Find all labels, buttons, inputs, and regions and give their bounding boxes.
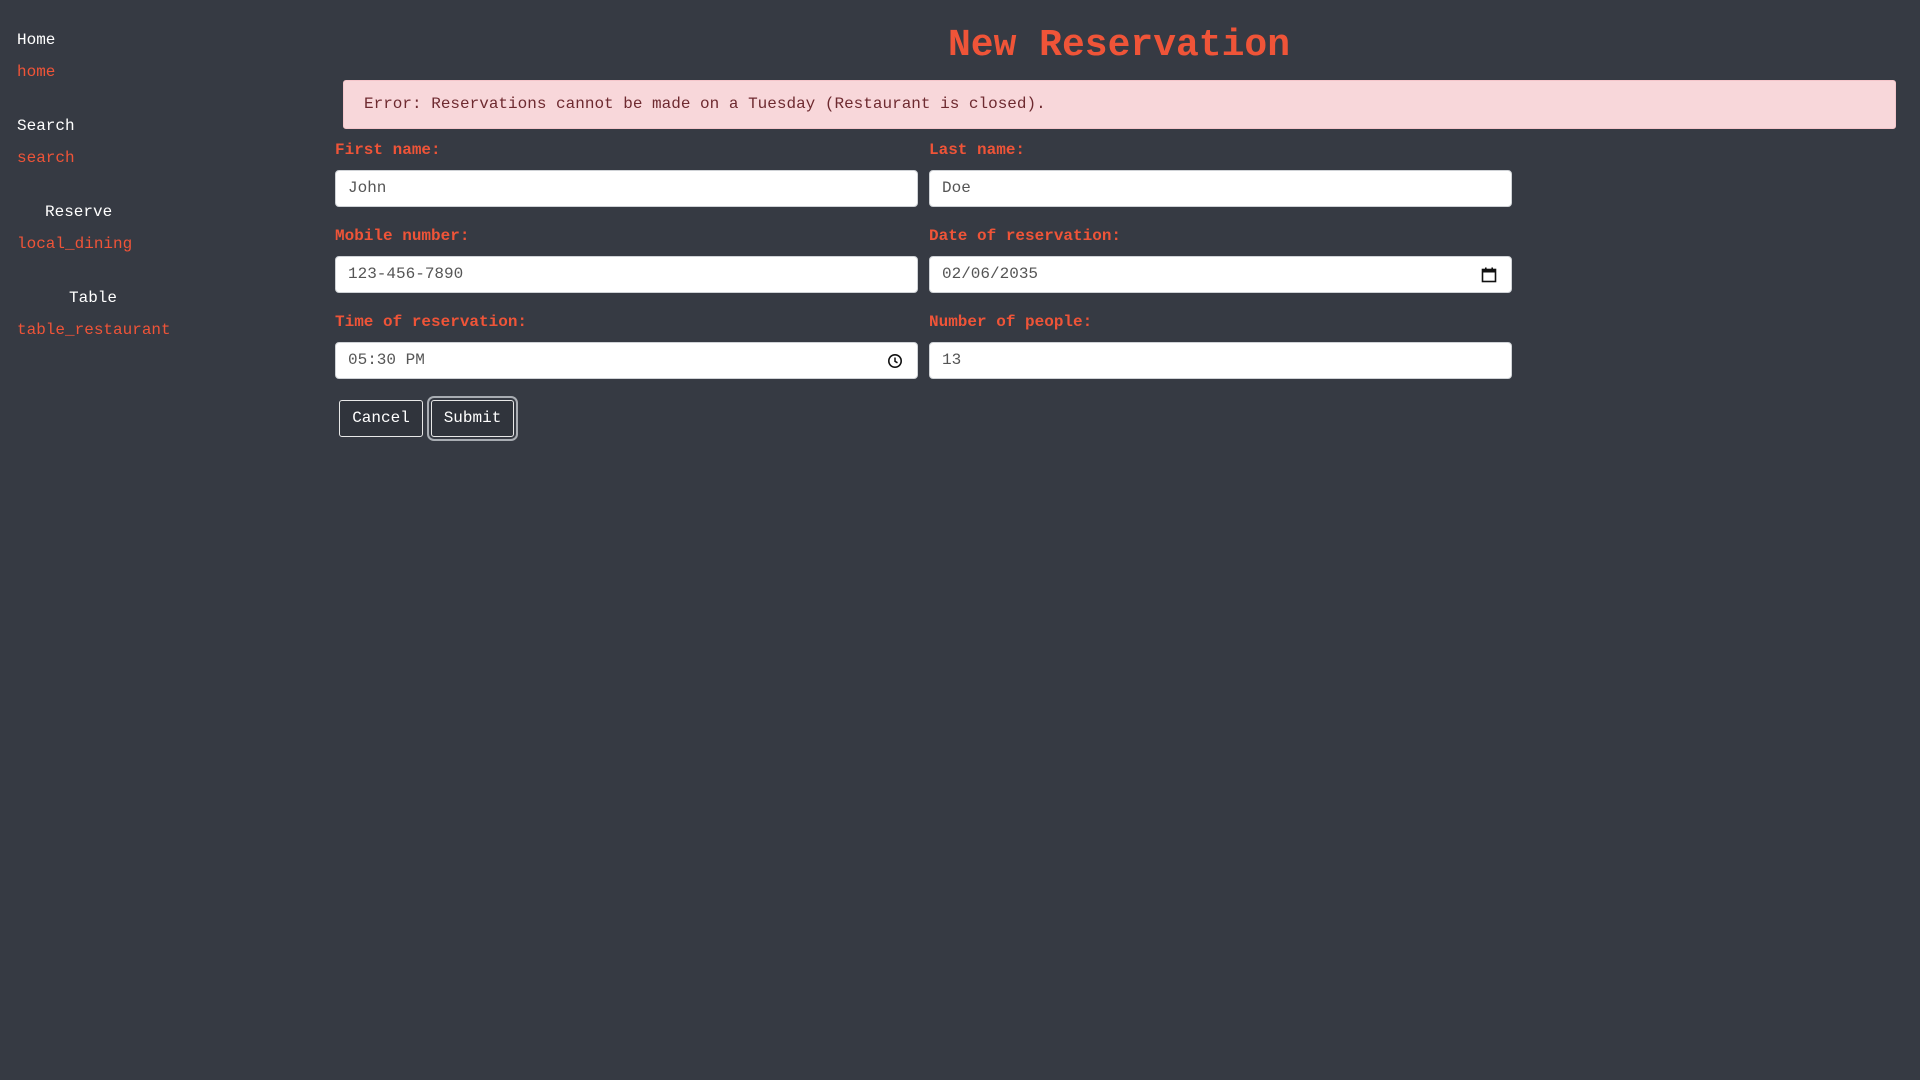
reservation-time-label: Time of reservation: — [335, 313, 528, 331]
submit-button[interactable]: Submit — [431, 400, 514, 437]
sidebar-item-reserve[interactable]: Reserve local_dining — [17, 202, 137, 254]
reservation-date-value: 02/06/2035 — [942, 265, 1039, 283]
search-icon: search — [17, 149, 75, 167]
sidebar-item-label: Table — [69, 289, 118, 307]
sidebar-item-search[interactable]: Search search — [17, 116, 97, 168]
sidebar-item-home[interactable]: Home home — [17, 30, 77, 82]
app-root: Home home Search search Reserve local_di… — [0, 0, 1920, 1080]
clock-icon[interactable] — [887, 353, 903, 369]
mobile-number-label: Mobile number: — [335, 227, 470, 245]
first-name-label: First name: — [335, 141, 441, 159]
reservation-time-input[interactable]: 05:30 PM — [335, 342, 918, 379]
sidebar-item-label: Search — [17, 117, 75, 135]
error-alert: Error: Reservations cannot be made on a … — [343, 80, 1896, 129]
reservation-time-value: 05:30 PM — [348, 351, 425, 369]
first-name-input[interactable]: John — [335, 170, 918, 207]
table-restaurant-icon: table_restaurant — [17, 321, 171, 339]
number-of-people-input[interactable]: 13 — [929, 342, 1512, 379]
last-name-input[interactable]: Doe — [929, 170, 1512, 207]
sidebar-item-label: Home — [17, 31, 56, 49]
sidebar-item-label: Reserve — [45, 203, 113, 221]
reservation-date-input[interactable]: 02/06/2035 — [929, 256, 1512, 293]
reservation-date-label: Date of reservation: — [929, 227, 1122, 245]
sidebar-nav: Home home Search search Reserve local_di… — [0, 0, 320, 1080]
last-name-label: Last name: — [929, 141, 1026, 159]
calendar-icon[interactable] — [1481, 267, 1497, 283]
page-title: New Reservation — [947, 24, 1291, 67]
sidebar-item-table[interactable]: Table table_restaurant — [17, 288, 177, 340]
home-icon: home — [17, 63, 56, 81]
mobile-number-input[interactable]: 123-456-7890 — [335, 256, 918, 293]
cancel-button[interactable]: Cancel — [339, 400, 423, 437]
number-of-people-label: Number of people: — [929, 313, 1093, 331]
local-dining-icon: local_dining — [17, 235, 133, 253]
